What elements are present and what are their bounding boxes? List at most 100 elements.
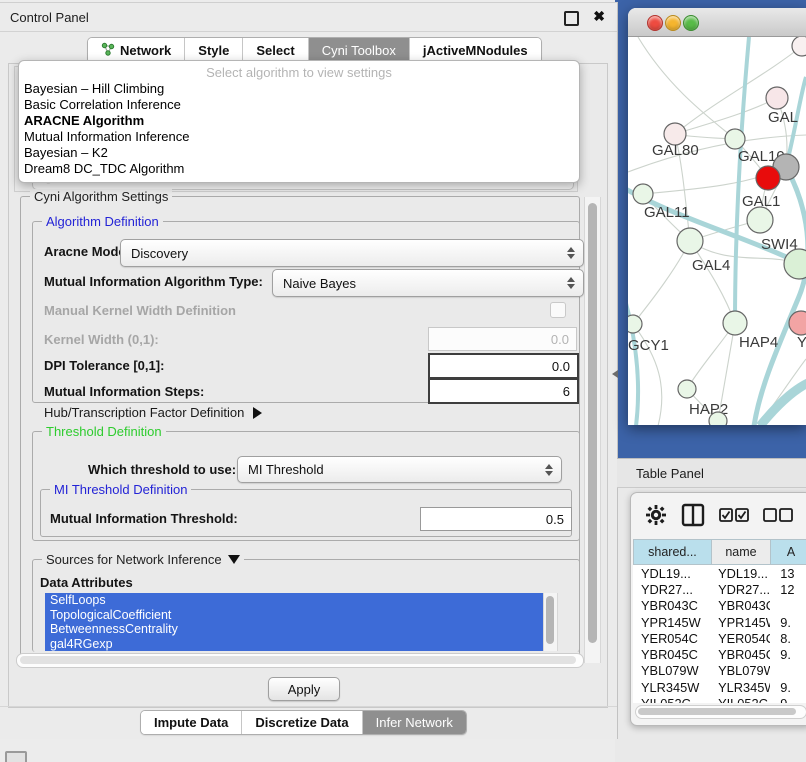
node-label-gal: GAL — [768, 109, 798, 126]
table-row[interactable]: YDR27...YDR27...12 — [633, 581, 806, 597]
sources-disclosure[interactable]: Sources for Network Inference — [42, 552, 244, 567]
bottom-tab-discretize-data[interactable]: Discretize Data — [242, 711, 362, 734]
stepper-arrows-icon — [567, 277, 575, 289]
settings-hscrollbar-thumb[interactable] — [20, 656, 576, 664]
select-all-icon[interactable] — [719, 508, 749, 522]
algorithm-option-mutual-information-inference[interactable]: Mutual Information Inference — [19, 129, 579, 145]
node-label-gal11: GAL11 — [644, 204, 690, 221]
network-node[interactable] — [756, 166, 780, 190]
mi-threshold-input[interactable]: 0.5 — [420, 507, 572, 531]
column-header-shared[interactable]: shared... — [633, 539, 711, 565]
mi-type-value: Naive Bayes — [283, 276, 356, 291]
table-row[interactable]: YBL079WYBL079W — [633, 663, 806, 679]
network-node-gcy1[interactable] — [628, 315, 642, 333]
mi-steps-label: Mutual Information Steps: — [44, 384, 204, 399]
network-node-hap2[interactable] — [678, 380, 696, 398]
network-node-gal4[interactable] — [677, 228, 703, 254]
attribute-item-gal4rgexp[interactable]: gal4RGexp — [45, 637, 556, 652]
table-row[interactable]: YPR145WYPR145W9. — [633, 614, 806, 630]
bottom-tab-infer-network[interactable]: Infer Network — [363, 711, 466, 734]
mi-steps-input[interactable]: 6 — [428, 378, 579, 404]
network-node-swi4[interactable] — [784, 249, 806, 279]
apply-button[interactable]: Apply — [268, 677, 340, 701]
data-attributes-label: Data Attributes — [40, 575, 133, 590]
attributes-scrollbar-thumb[interactable] — [546, 596, 554, 644]
manual-kernel-checkbox[interactable] — [550, 302, 566, 318]
attributes-vertical-scrollbar[interactable] — [543, 593, 558, 651]
stepper-arrows-icon — [545, 464, 553, 476]
deselect-all-icon[interactable] — [763, 508, 793, 522]
stepper-arrows-icon — [567, 247, 575, 259]
network-node[interactable] — [792, 37, 806, 56]
bottom-tab-impute-data[interactable]: Impute Data — [141, 711, 242, 734]
network-node-gal11[interactable] — [633, 184, 653, 204]
attribute-item-topologicalcoefficient[interactable]: TopologicalCoefficient — [45, 608, 556, 623]
aracne-mode-combo[interactable]: Discovery — [120, 239, 584, 267]
mi-steps-value: 6 — [563, 384, 570, 399]
network-node-hap4[interactable] — [723, 311, 747, 335]
minimize-traffic-light-icon[interactable] — [665, 15, 681, 31]
mi-type-label: Mutual Information Algorithm Type: — [44, 274, 263, 289]
table-cell: YBR043C — [633, 598, 710, 613]
table-row[interactable]: YIL052CYIL052C9. — [633, 695, 806, 703]
table-cell: YBL079W — [710, 663, 770, 678]
table-cell: YLR345W — [710, 680, 770, 695]
table-row[interactable]: YLR345WYLR345W9. — [633, 679, 806, 695]
tab-label: Impute Data — [154, 715, 228, 730]
column-header-a[interactable]: A — [770, 539, 806, 565]
algorithm-dropdown-hint: Select algorithm to view settings — [19, 65, 579, 81]
table-cell: 9. — [770, 615, 806, 630]
aracne-mode-value: Discovery — [131, 246, 188, 261]
algorithm-option-dream8-dc-tdc-algorithm[interactable]: Dream8 DC_TDC Algorithm — [19, 161, 579, 177]
network-window-titlebar[interactable] — [628, 8, 806, 37]
table-row[interactable]: YBR045CYBR045C9. — [633, 646, 806, 662]
table-cell: YLR345W — [633, 680, 710, 695]
table-row[interactable]: YDL19...YDL19...13 — [633, 565, 806, 581]
algorithm-option-aracne-algorithm[interactable]: ARACNE Algorithm — [19, 113, 579, 129]
close-traffic-light-icon[interactable] — [647, 15, 663, 31]
table-cell: 12 — [770, 582, 806, 597]
gear-icon[interactable] — [645, 504, 667, 526]
network-node-gal1[interactable] — [747, 207, 773, 233]
table-cell: YBR043C — [710, 598, 770, 613]
dpi-tolerance-input[interactable]: 0.0 — [428, 353, 579, 379]
attribute-item-selfloops[interactable]: SelfLoops — [45, 593, 556, 608]
algorithm-option-bayesian-hill-climbing[interactable]: Bayesian – Hill Climbing — [19, 81, 579, 97]
network-node-gal[interactable] — [766, 87, 788, 109]
table-cell: 9. — [770, 680, 806, 695]
which-threshold-combo[interactable]: MI Threshold — [237, 456, 562, 483]
table-hscrollbar-thumb[interactable] — [638, 708, 796, 715]
mi-threshold-label: Mutual Information Threshold: — [50, 511, 238, 526]
zoom-traffic-light-icon[interactable] — [683, 15, 699, 31]
attribute-item-betweennesscentrality[interactable]: BetweennessCentrality — [45, 622, 556, 637]
column-header-name[interactable]: name — [711, 539, 770, 565]
algorithm-option-basic-correlation-inference[interactable]: Basic Correlation Inference — [19, 97, 579, 113]
hub-tf-disclosure[interactable]: Hub/Transcription Factor Definition — [44, 405, 262, 420]
split-columns-icon[interactable] — [681, 503, 705, 527]
control-panel-window: Control Panel ✖ NetworkStyleSelectCyni T… — [0, 2, 618, 739]
table-horizontal-scrollbar[interactable] — [635, 705, 806, 719]
panel-splitter-arrow-icon[interactable] — [612, 370, 618, 378]
float-panel-icon[interactable] — [564, 11, 579, 26]
settings-horizontal-scrollbar[interactable] — [16, 653, 584, 668]
table-cell: YPR145W — [633, 615, 710, 630]
table-row[interactable]: YBR043CYBR043C — [633, 598, 806, 614]
network-node[interactable] — [709, 412, 727, 425]
settings-vertical-scrollbar[interactable] — [584, 197, 601, 663]
close-panel-icon[interactable]: ✖ — [593, 8, 605, 25]
kernel-width-input[interactable]: 0.0 — [428, 327, 577, 351]
hub-tf-label: Hub/Transcription Factor Definition — [44, 405, 244, 420]
minimized-panel-icon[interactable] — [5, 751, 27, 762]
table-row[interactable]: YER054CYER054C8. — [633, 630, 806, 646]
which-threshold-value: MI Threshold — [248, 462, 324, 477]
mi-type-combo[interactable]: Naive Bayes — [272, 269, 584, 297]
algorithm-option-bayesian-k2[interactable]: Bayesian – K2 — [19, 145, 579, 161]
table-cell: YER054C — [710, 631, 770, 646]
node-label-gal1: GAL1 — [742, 193, 780, 210]
table-body: YDL19...YDL19...13YDR27...YDR27...12YBR0… — [633, 565, 806, 703]
bottom-separator — [0, 706, 617, 707]
table-cell: YBL079W — [633, 663, 710, 678]
settings-scrollbar-thumb[interactable] — [588, 203, 597, 643]
table-cell: YDL19... — [710, 566, 770, 581]
network-node-gal10[interactable] — [725, 129, 745, 149]
